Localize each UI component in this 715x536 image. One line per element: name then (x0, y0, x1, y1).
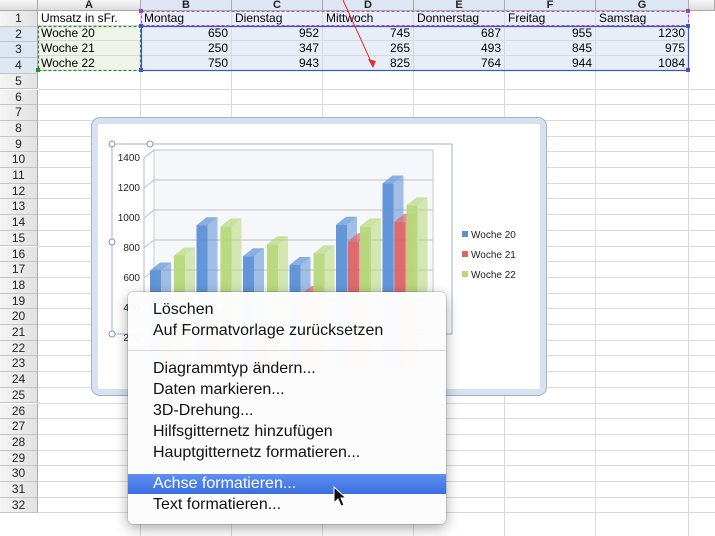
row-header-14[interactable]: 14 (0, 215, 38, 231)
resize-handle-icon (146, 140, 154, 148)
row-header-32[interactable]: 32 (0, 497, 38, 514)
menu-separator (128, 350, 446, 351)
legend-label: Woche 20 (471, 230, 516, 241)
gridline-diag (143, 149, 155, 159)
context-menu[interactable]: Löschen Auf Formatvorlage zurücksetzen D… (128, 292, 446, 524)
legend-swatch-icon (462, 271, 468, 277)
legend-label: Woche 22 (471, 270, 516, 281)
row-header-13[interactable]: 13 (0, 199, 38, 216)
resize-handle-icon (108, 238, 116, 246)
row-header-19[interactable]: 19 (0, 293, 38, 310)
row-header-21[interactable]: 21 (0, 325, 38, 341)
y-tick-label: 1400 (118, 153, 141, 164)
row-header-20[interactable]: 20 (0, 309, 38, 325)
row-header-22[interactable]: 22 (0, 340, 38, 357)
y-tick-label: 600 (123, 273, 140, 284)
row-header-29[interactable]: 29 (0, 450, 38, 467)
row-header-24[interactable]: 24 (0, 372, 38, 388)
row-header-12[interactable]: 12 (0, 183, 38, 200)
annotation-arrow (342, 0, 376, 68)
mouse-cursor-icon (333, 486, 348, 507)
row-header-7[interactable]: 7 (0, 105, 38, 121)
y-tick-label: 1200 (118, 183, 141, 194)
legend-item[interactable]: Woche 20 (462, 230, 516, 241)
row-header-17[interactable]: 17 (0, 262, 38, 278)
row-header-31[interactable]: 31 (0, 482, 38, 498)
legend-item[interactable]: Woche 21 (462, 250, 516, 261)
menu-item-format-major-gridlines[interactable]: Hauptgitternetz formatieren... (128, 443, 446, 463)
resize-handle-icon (108, 140, 116, 148)
row-header-10[interactable]: 10 (0, 152, 38, 168)
row-header-26[interactable]: 26 (0, 403, 38, 420)
row-header-28[interactable]: 28 (0, 434, 38, 451)
row-header-16[interactable]: 16 (0, 246, 38, 263)
legend-item[interactable]: Woche 22 (462, 270, 516, 281)
gridline-diag (143, 239, 155, 249)
column-gridline (595, 71, 596, 536)
legend-swatch-icon (462, 231, 468, 237)
legend-label: Woche 21 (471, 250, 516, 261)
menu-item-add-minor-gridlines[interactable]: Hilfsgitternetz hinzufügen (128, 422, 446, 442)
legend-swatch-icon (462, 251, 468, 257)
menu-item-format-text[interactable]: Text formatieren... (128, 495, 446, 515)
menu-item-format-axis[interactable]: Achse formatieren... (128, 474, 446, 494)
gridline-diag (143, 179, 155, 189)
row-header-27[interactable]: 27 (0, 419, 38, 435)
row-header-8[interactable]: 8 (0, 120, 38, 137)
gridline-diag (143, 209, 155, 219)
row-header-25[interactable]: 25 (0, 387, 38, 404)
chart-legend[interactable]: Woche 20 Woche 21 Woche 22 (462, 230, 532, 290)
y-tick-label: 1000 (118, 213, 141, 224)
row-header-15[interactable]: 15 (0, 230, 38, 247)
resize-handle-icon (108, 330, 116, 338)
row-header-9[interactable]: 9 (0, 136, 38, 153)
menu-item-select-data[interactable]: Daten markieren... (128, 380, 446, 400)
menu-item-delete[interactable]: Löschen (128, 300, 446, 320)
menu-item-reset-style[interactable]: Auf Formatvorlage zurücksetzen (128, 321, 446, 341)
row-header-18[interactable]: 18 (0, 277, 38, 294)
row-header-30[interactable]: 30 (0, 466, 38, 482)
row-header-11[interactable]: 11 (0, 168, 38, 184)
menu-item-3d-rotation[interactable]: 3D-Drehung... (128, 401, 446, 421)
column-gridline (688, 71, 689, 536)
menu-item-change-chart-type[interactable]: Diagrammtyp ändern... (128, 359, 446, 379)
row-header-23[interactable]: 23 (0, 356, 38, 373)
y-tick-label: 800 (123, 243, 140, 254)
